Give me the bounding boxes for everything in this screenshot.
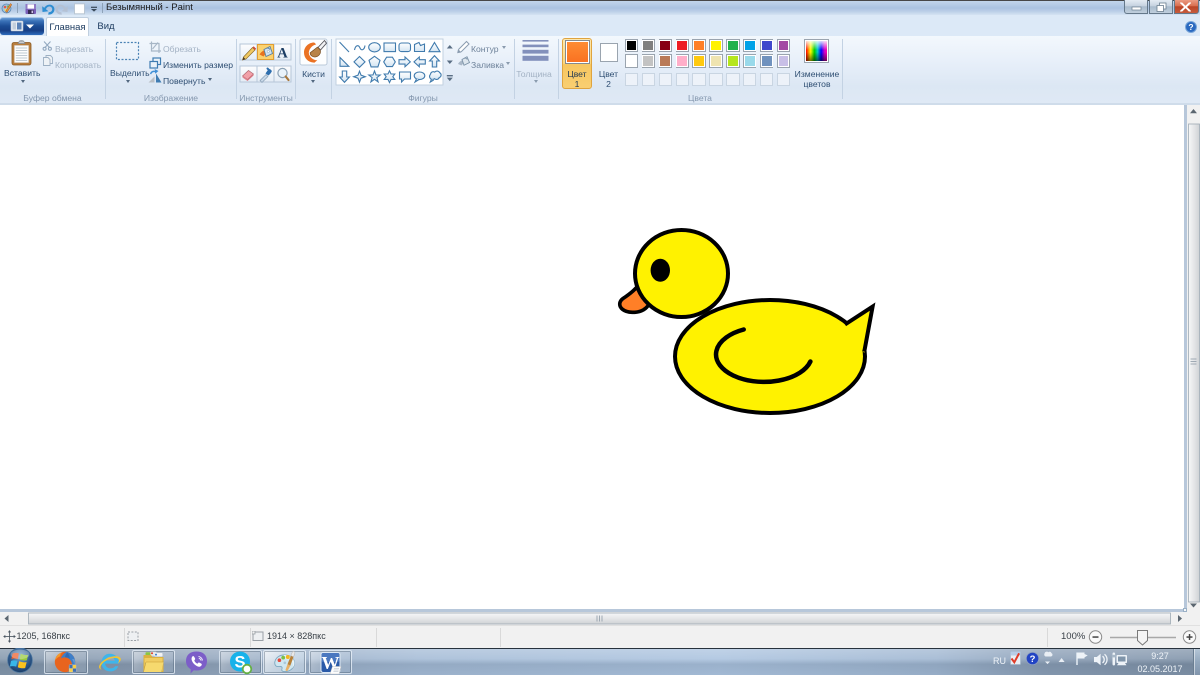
svg-text:?: ? xyxy=(1030,654,1036,665)
svg-text:A: A xyxy=(277,46,288,62)
svg-text:?: ? xyxy=(1188,22,1193,32)
